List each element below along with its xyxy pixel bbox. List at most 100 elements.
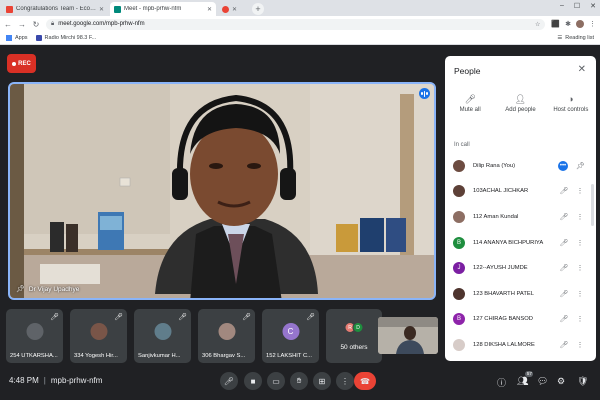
mic-off-icon[interactable]: 🎤︎ (558, 213, 570, 221)
list-item[interactable]: 123 BHAVARTH PATEL 🎤︎ ⋮ (445, 281, 596, 307)
captions-button[interactable]: ▭ (267, 372, 285, 390)
more-options-icon[interactable]: ••• (558, 160, 568, 171)
list-item[interactable]: 128 DIKSHA LALMORE 🎤︎ ⋮ (445, 332, 596, 358)
list-item[interactable]: Dilip Rana (You) ••• 📌︎ (445, 153, 596, 179)
participant-name: 122--AYUSH JUMDE (473, 265, 528, 272)
back-arrow-icon[interactable]: ← (4, 20, 12, 29)
meeting-controls-bar: 4:48 PM | mpb-prhw-nfm 🎤︎ ■ ▭ ✋︎ ⊞ ⋮ ☎︎ … (0, 364, 600, 400)
meeting-details: 4:48 PM | mpb-prhw-nfm (9, 376, 102, 385)
tab-gmail[interactable]: Congratulations Team - Eco & Ur ✕ (2, 2, 108, 16)
mic-off-icon[interactable]: 🎤︎ (558, 239, 570, 247)
new-tab-button[interactable]: + (252, 3, 264, 15)
list-item[interactable]: 112 Aman Kundal 🎤︎ ⋮ (445, 204, 596, 230)
self-view-frame (378, 317, 438, 354)
extensions-icon[interactable]: ✱ (565, 20, 571, 28)
url-field[interactable]: 🔒︎ meet.google.com/mpb-prhw-nfm ☆ (46, 18, 546, 30)
main-speaker-video[interactable]: 📌︎ Dr Vijay Upadhye (8, 82, 436, 300)
tab-recording[interactable]: ✕ (218, 2, 248, 16)
present-button[interactable]: ⊞ (313, 372, 331, 390)
host-shield-icon[interactable]: 🛡︎ (577, 376, 588, 387)
participant-tile[interactable]: 🎤︎ 334 Yogesh Hir... (70, 309, 127, 363)
more-vert-icon[interactable]: ⋮ (576, 290, 584, 298)
reload-icon[interactable]: ↻ (32, 20, 40, 29)
record-extension-icon[interactable]: ⬛ (551, 20, 560, 28)
bookmark-label: Radio Mirchi 98.3 F... (44, 35, 97, 41)
menu-icon[interactable]: ⋮ (589, 20, 596, 28)
participant-tile[interactable]: 🎤︎ 306 Bhargav S... (198, 309, 255, 363)
separator: | (43, 376, 46, 385)
tab-title: Congratulations Team - Eco & Ur (16, 6, 96, 12)
mic-off-icon: 🎤︎ (114, 314, 123, 321)
host-controls-button[interactable]: ◑ Host controls (546, 94, 596, 113)
bookmark-apps[interactable]: Apps (6, 35, 28, 41)
participant-avatar (154, 323, 171, 340)
more-vert-icon: ⋮ (341, 376, 349, 386)
participant-name: 112 Aman Kundal (473, 213, 519, 220)
toggle-icon: ◑ (568, 94, 574, 104)
people-icon[interactable]: 👥︎ 57 (517, 371, 534, 387)
participant-avatar (26, 323, 43, 340)
more-vert-icon[interactable]: ⋮ (576, 239, 584, 247)
more-vert-icon[interactable]: ⋮ (576, 315, 584, 323)
star-icon[interactable]: ☆ (535, 21, 540, 28)
self-view-video[interactable] (378, 317, 438, 354)
mic-off-icon[interactable]: 🎤︎ (558, 264, 570, 272)
participant-tile-name: Sanjivkumar H... (138, 353, 181, 359)
list-item[interactable]: J 122--AYUSH JUMDE 🎤︎ ⋮ (445, 255, 596, 281)
bookmark-radio[interactable]: Radio Mirchi 98.3 F... (35, 35, 97, 41)
maximize-icon[interactable]: ☐ (574, 2, 580, 10)
list-item[interactable]: 103ACHAL JICHKAR 🎤︎ ⋮ (445, 179, 596, 205)
close-icon[interactable]: ✕ (578, 64, 586, 75)
tab-title: Meet - mpb-prhw-nfm (124, 6, 182, 12)
tab-meet[interactable]: Meet - mpb-prhw-nfm ✕ (110, 2, 216, 16)
close-icon[interactable]: ✕ (207, 6, 212, 13)
participant-thumbnails: 🎤︎ 254 UTKARSHA... 🎤︎ 334 Yogesh Hir... … (6, 309, 382, 363)
minimize-icon[interactable]: – (560, 2, 564, 10)
list-item[interactable]: B 114 ANANYA BICHPURIYA 🎤︎ ⋮ (445, 230, 596, 256)
more-vert-icon[interactable]: ⋮ (576, 213, 584, 221)
participant-tile[interactable]: 🎤︎ Sanjivkumar H... (134, 309, 191, 363)
pin-icon[interactable]: 📌︎ (576, 162, 585, 170)
forward-arrow-icon[interactable]: → (18, 20, 26, 29)
close-icon[interactable]: ✕ (232, 6, 237, 13)
participant-tile[interactable]: C 🎤︎ 152 LAKSHIT C... (262, 309, 319, 363)
radio-icon (35, 35, 42, 41)
action-label: Host controls (553, 107, 589, 113)
close-window-icon[interactable]: ✕ (590, 2, 596, 10)
leave-call-button[interactable]: ☎︎ (354, 372, 376, 390)
list-item[interactable]: B 127 CHIRAG BANSOD 🎤︎ ⋮ (445, 307, 596, 333)
record-dot-icon (12, 61, 17, 66)
lock-icon: 🔒︎ (51, 20, 55, 27)
participant-name: Dilip Rana (You) (473, 162, 515, 169)
participant-avatar: B (453, 236, 465, 249)
mic-off-icon[interactable]: 🎤︎ (558, 315, 570, 323)
camera-icon: ■ (250, 376, 256, 386)
apps-grid-icon (6, 35, 12, 41)
participant-tile[interactable]: 🎤︎ 254 UTKARSHA... (6, 309, 63, 363)
info-icon[interactable]: ⓘ (497, 376, 506, 389)
pin-icon[interactable]: 📌︎ (16, 285, 25, 293)
more-vert-icon[interactable]: ⋮ (576, 187, 584, 195)
mic-off-icon[interactable]: 🎤︎ (558, 341, 570, 349)
participant-tile-name: 152 LAKSHIT C... (266, 353, 312, 359)
mute-all-button[interactable]: 🎤︎ Mute all (445, 94, 495, 113)
raise-hand-button[interactable]: ✋︎ (290, 372, 308, 390)
chat-icon[interactable]: 💬︎ (537, 376, 548, 387)
activities-icon[interactable]: ⚙︎ (557, 376, 565, 387)
camera-button[interactable]: ■ (244, 372, 262, 390)
profile-avatar[interactable] (576, 20, 584, 28)
more-vert-icon[interactable]: ⋮ (576, 264, 584, 272)
add-people-button[interactable]: 👤︎ Add people (495, 94, 545, 113)
address-bar: ← → ↻ 🔒︎ meet.google.com/mpb-prhw-nfm ☆ … (0, 16, 600, 32)
more-options-button[interactable]: ⋮ (336, 372, 354, 390)
mic-off-icon[interactable]: 🎤︎ (558, 187, 570, 195)
participant-name: 123 BHAVARTH PATEL (473, 290, 534, 297)
reading-list[interactable]: ☰ Reading list (557, 35, 594, 41)
mic-off-icon: 🎤︎ (178, 314, 187, 321)
mic-off-icon: 🎤︎ (464, 94, 476, 104)
others-tile[interactable]: R D 50 others (326, 309, 382, 363)
more-vert-icon[interactable]: ⋮ (576, 341, 584, 349)
mic-off-icon[interactable]: 🎤︎ (558, 290, 570, 298)
close-icon[interactable]: ✕ (99, 6, 104, 13)
microphone-button[interactable]: 🎤︎ (220, 372, 238, 390)
